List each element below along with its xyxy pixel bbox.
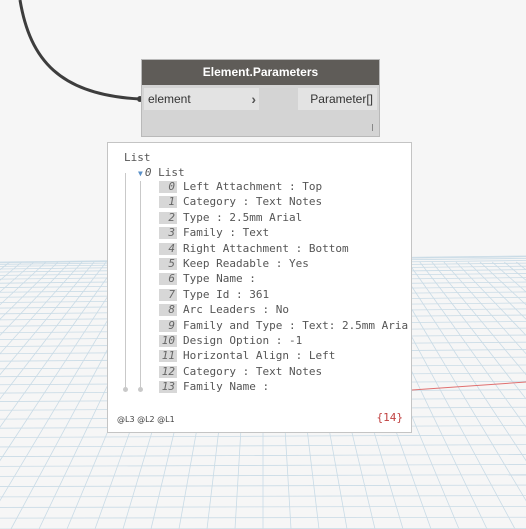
list-item: 10 Design Option : -1	[159, 333, 411, 348]
list-levels[interactable]: @L3 @L2 @L1	[117, 415, 175, 424]
output-port-parameters[interactable]: Parameter[]	[298, 88, 377, 110]
list-item-index: 3	[159, 227, 177, 240]
list-item-text: Family : Text	[183, 226, 270, 240]
list-item-index: 7	[159, 288, 177, 301]
list-item-index: 12	[159, 365, 177, 378]
node-title[interactable]: Element.Parameters	[142, 60, 379, 85]
list-item-text: Keep Readable : Yes	[183, 256, 309, 270]
list-item-index: 1	[159, 196, 177, 209]
sublist-header[interactable]: ▼ 0 List	[138, 166, 185, 179]
list-item: 9 Family and Type : Text: 2.5mm Aria	[159, 318, 411, 333]
chevron-right-icon: ›	[251, 91, 256, 107]
level-dot-2	[138, 387, 143, 392]
list-item-text: Type Id : 361	[183, 287, 270, 301]
list-item-text: Family and Type : Text: 2.5mm Aria	[183, 318, 409, 332]
input-port-element[interactable]: element ›	[144, 88, 259, 110]
sublist-index: 0	[144, 166, 152, 179]
list-item-text: Left Attachment : Top	[183, 180, 323, 193]
list-item: 8 Arc Leaders : No	[159, 302, 411, 317]
preview-footer: @L3 @L2 @L1 {14}	[107, 405, 412, 433]
level-line-1	[125, 173, 126, 389]
level-line-2	[140, 181, 141, 389]
list-item: 12 Category : Text Notes	[159, 364, 411, 379]
list-item: 3 Family : Text	[159, 225, 411, 240]
list-item-text: Design Option : -1	[183, 333, 303, 347]
collapse-triangle-icon[interactable]: ▼	[138, 169, 143, 178]
list-item: 2 Type : 2.5mm Arial	[159, 210, 411, 225]
list-item-index: 4	[159, 242, 177, 255]
list-item-index: 0	[159, 181, 177, 193]
list-item-index: 10	[159, 334, 177, 347]
list-item-index: 8	[159, 304, 177, 317]
list-item: 7 Type Id : 361	[159, 287, 411, 302]
list-item-index: 6	[159, 273, 177, 286]
list-item-text: Arc Leaders : No	[183, 303, 289, 317]
list-item: 6 Type Name :	[159, 271, 411, 286]
list-item: 13 Family Name :	[159, 379, 411, 394]
list-item-index: 2	[159, 211, 177, 224]
level-dot-1	[123, 387, 128, 392]
list-root-label: List	[124, 151, 151, 164]
list-item-text: Right Attachment : Bottom	[183, 241, 349, 255]
list-item-text: Horizontal Align : Left	[183, 349, 336, 363]
list-item: 4 Right Attachment : Bottom	[159, 241, 411, 256]
item-count: {14}	[376, 411, 404, 424]
list-item-text: Category : Text Notes	[183, 195, 323, 209]
list-item-text: Type : 2.5mm Arial	[183, 210, 303, 224]
list-item-text: Family Name :	[183, 380, 270, 394]
list-item: 0 Left Attachment : Top	[159, 179, 411, 194]
list-item: 1 Category : Text Notes	[159, 194, 411, 209]
element-parameters-node[interactable]: Element.Parameters element › Parameter[]	[141, 59, 380, 137]
input-port-label: element	[148, 92, 191, 106]
list-item-text: Category : Text Notes	[183, 364, 323, 378]
list-item-index: 13	[159, 381, 177, 394]
list-item: 5 Keep Readable : Yes	[159, 256, 411, 271]
list-item: 11 Horizontal Align : Left	[159, 348, 411, 363]
list-items: 0 Left Attachment : Top 1 Category : Text N…	[159, 179, 411, 394]
output-port-label: Parameter[]	[310, 92, 373, 106]
watch-preview-bubble[interactable]: List ▼ 0 List 0 Left Attachment : Top 1 Cate…	[107, 142, 412, 406]
list-item-text: Type Name :	[183, 272, 256, 286]
list-item-index: 11	[159, 350, 177, 363]
list-item-index: 5	[159, 257, 177, 270]
sublist-label: List	[158, 166, 185, 179]
lacing-indicator[interactable]	[372, 124, 373, 131]
list-item-index: 9	[159, 319, 177, 332]
